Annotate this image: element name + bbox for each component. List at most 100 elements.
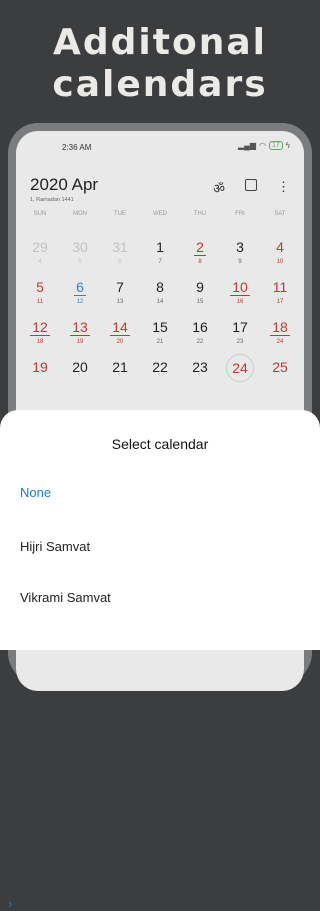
calendar-picker-sheet: Select calendar › None Hijri Samvat Vikr…	[0, 410, 320, 911]
day-number: 31	[112, 239, 128, 255]
day-number: 9	[196, 279, 204, 295]
day-cell[interactable]: 21	[100, 359, 140, 399]
day-secondary: 12	[76, 299, 84, 305]
day-number: 10	[230, 279, 250, 296]
day-number: 5	[36, 279, 44, 295]
day-cell[interactable]: 14 20	[100, 319, 140, 359]
day-cell[interactable]: 5 11	[20, 279, 60, 319]
month-title[interactable]: 2020 Apr	[30, 175, 98, 195]
battery-icon: 17	[268, 141, 283, 150]
day-cell[interactable]: 10 16	[220, 279, 260, 319]
sheet-title: Select calendar	[111, 436, 209, 452]
day-secondary: 22	[196, 339, 204, 345]
day-secondary: 20	[116, 339, 124, 345]
day-cell[interactable]: 15 21	[140, 319, 180, 359]
day-cell[interactable]: 12 18	[20, 319, 60, 359]
day-number: 3	[236, 239, 244, 255]
day-cell[interactable]: 8 14	[140, 279, 180, 319]
more-menu-icon[interactable]: ⋮	[277, 179, 290, 197]
day-number: 16	[192, 319, 208, 335]
day-cell[interactable]: 17 23	[220, 319, 260, 359]
day-secondary: 23	[236, 339, 244, 345]
day-cell[interactable]: 13 19	[60, 319, 100, 359]
day-number: 1	[156, 239, 164, 255]
weekday-label: TUE	[114, 211, 126, 217]
status-bar: 2:36 AM ▂▄▆ ◠ 17 ϟ	[16, 139, 304, 157]
signal-icon: ▂▄▆	[238, 141, 256, 150]
day-cell[interactable]: 7 13	[100, 279, 140, 319]
day-secondary: 18	[36, 339, 44, 345]
day-cell[interactable]: 24	[220, 354, 260, 399]
secondary-date: 1, Ramadan 1441	[30, 197, 74, 203]
weekday-label: SUN	[33, 211, 47, 217]
day-secondary: 14	[156, 299, 164, 305]
day-secondary: 10	[276, 259, 284, 265]
day-number: 2	[194, 239, 206, 256]
day-number: 15	[152, 319, 168, 335]
day-cell[interactable]: 22	[140, 359, 180, 399]
day-cell[interactable]: 39	[220, 239, 260, 279]
day-secondary: 16	[236, 299, 244, 305]
option-vikrami-samvat[interactable]: Vikrami Samvat	[20, 590, 111, 605]
day-cell[interactable]: 23	[180, 359, 220, 399]
weekday-label: MON	[73, 211, 87, 217]
day-secondary: 19	[76, 339, 84, 345]
day-number: 30	[72, 239, 88, 255]
option-hijri-samvat[interactable]: Hijri Samvat	[20, 539, 90, 554]
day-number: 22	[152, 359, 168, 375]
day-cell[interactable]: 28	[180, 239, 220, 279]
promo-title-line2: calendars	[52, 64, 268, 105]
day-number: 20	[72, 359, 88, 375]
month-grid: 29 4 30 5 31 6 1 7 2 8 3 9 4 10 5 11 6 12 7 13 8 14 9 15 10 16 11 1…	[20, 239, 300, 399]
day-cell[interactable]: 29 4	[20, 239, 60, 279]
day-secondary: 7	[158, 259, 162, 265]
day-number: 8	[156, 279, 164, 295]
day-secondary: 4	[38, 259, 42, 265]
header-actions: ॐ ⋮	[213, 179, 290, 197]
day-secondary: 24	[276, 339, 284, 345]
day-cell[interactable]: 9 15	[180, 279, 220, 319]
day-number: 11	[272, 279, 288, 295]
weekday-label: THU	[193, 211, 207, 217]
day-number: 24	[226, 354, 254, 382]
day-number: 21	[112, 359, 128, 375]
status-time: 2:36 AM	[62, 143, 92, 152]
day-secondary: 13	[116, 299, 124, 305]
promo-title: Additonal calendars	[0, 22, 320, 106]
charging-icon: ϟ	[285, 141, 290, 150]
day-number: 12	[30, 319, 50, 336]
day-number: 17	[232, 319, 248, 335]
day-secondary: 8	[198, 259, 202, 265]
om-icon[interactable]: ॐ	[213, 179, 225, 197]
day-cell[interactable]: 18 24	[260, 319, 300, 359]
day-cell[interactable]: 11 17	[260, 279, 300, 319]
calendar-header: 2020 Apr 1, Ramadan 1441	[30, 175, 98, 203]
promo-title-line1: Additonal	[53, 22, 267, 63]
day-secondary: 5	[78, 259, 82, 265]
day-cell[interactable]: 4 10	[260, 239, 300, 279]
weekday-label: WED	[153, 211, 167, 217]
day-cell[interactable]: 31 6	[100, 239, 140, 279]
day-cell[interactable]: 19	[20, 359, 60, 399]
day-number: 4	[276, 239, 284, 255]
day-number: 19	[32, 359, 48, 375]
weekday-label: FRI	[235, 211, 245, 217]
day-cell[interactable]: 30 5	[60, 239, 100, 279]
day-number: 29	[32, 239, 48, 255]
day-number: 7	[116, 279, 124, 295]
day-cell[interactable]: 25	[260, 359, 300, 399]
day-cell[interactable]: 17	[140, 239, 180, 279]
weekday-row: SUN MON TUE WED THU FRI SAT	[20, 211, 300, 217]
day-secondary: 17	[276, 299, 284, 305]
weekday-label: SAT	[274, 211, 286, 217]
calendar-icon[interactable]	[245, 179, 257, 191]
day-number: 23	[192, 359, 208, 375]
day-cell[interactable]: 16 22	[180, 319, 220, 359]
day-cell[interactable]: 20	[60, 359, 100, 399]
day-secondary: 15	[196, 299, 204, 305]
option-none[interactable]: None	[20, 485, 51, 500]
day-number: 18	[270, 319, 290, 336]
day-secondary: 21	[156, 339, 164, 345]
status-icons: ▂▄▆ ◠ 17 ϟ	[238, 141, 290, 150]
day-cell[interactable]: 6 12	[60, 279, 100, 319]
